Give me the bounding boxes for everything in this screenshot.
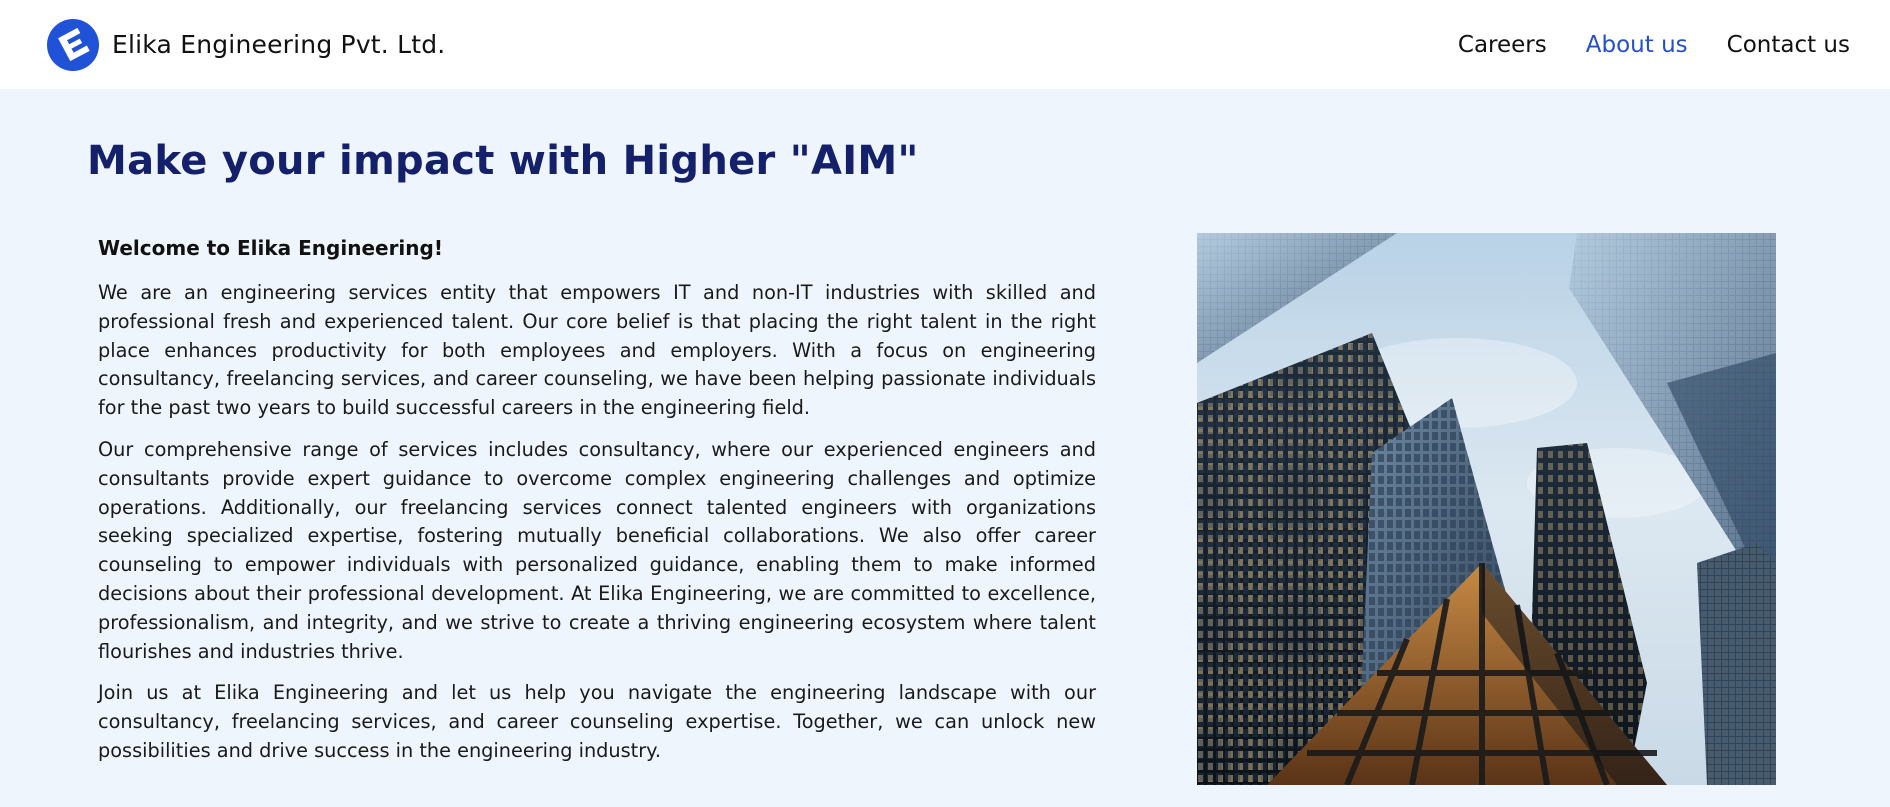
welcome-heading: Welcome to Elika Engineering! (98, 236, 443, 260)
nav-link-contact-us[interactable]: Contact us (1727, 32, 1850, 58)
about-paragraph: Join us at Elika Engineering and let us … (98, 681, 1096, 762)
brand[interactable]: Elika Engineering Pvt. Ltd. (46, 18, 445, 72)
main-nav: Careers About us Contact us (1458, 32, 1850, 58)
skyscrapers-image (1197, 233, 1776, 785)
nav-link-about-us[interactable]: About us (1586, 32, 1688, 58)
about-paragraph: We are an engineering services entity th… (98, 281, 1096, 420)
top-navbar: Elika Engineering Pvt. Ltd. Careers Abou… (0, 0, 1890, 89)
nav-link-careers[interactable]: Careers (1458, 32, 1547, 58)
about-content: Welcome to Elika Engineering! We are an … (98, 236, 1096, 779)
page-headline: Make your impact with Higher "AIM" (87, 138, 919, 184)
about-paragraph: Our comprehensive range of services incl… (98, 437, 1096, 663)
company-logo-icon (47, 18, 99, 71)
brand-name: Elika Engineering Pvt. Ltd. (112, 30, 446, 59)
